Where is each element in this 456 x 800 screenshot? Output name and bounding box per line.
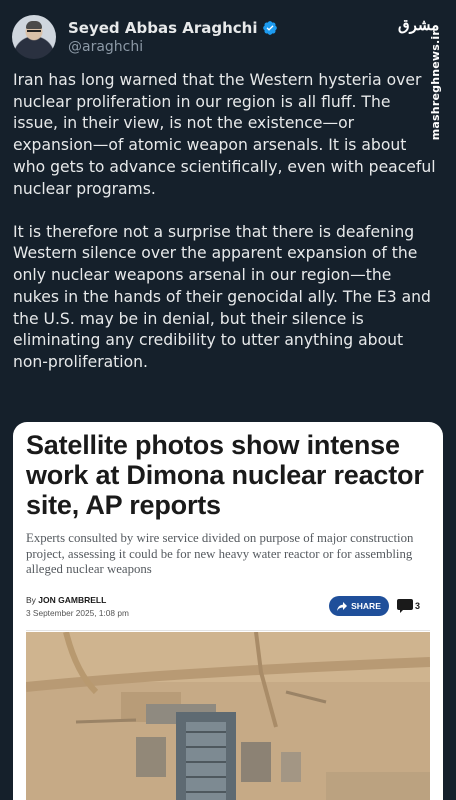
comments-button[interactable]: 3 xyxy=(397,596,423,616)
share-label: SHARE xyxy=(351,601,381,611)
tweet-text: Iran has long warned that the Western hy… xyxy=(13,70,438,395)
divider xyxy=(26,630,430,631)
article-date: 3 September 2025, 1:08 pm xyxy=(26,608,129,618)
tweet-paragraph: It is therefore not a surprise that ther… xyxy=(13,222,431,371)
byline: By JON GAMBRELL xyxy=(26,595,106,605)
comment-count: 3 xyxy=(415,601,421,611)
author-block: Seyed Abbas Araghchi @araghchi xyxy=(68,19,278,55)
author-handle[interactable]: @araghchi xyxy=(68,39,278,55)
display-name[interactable]: Seyed Abbas Araghchi xyxy=(68,19,258,37)
byline-author[interactable]: JON GAMBRELL xyxy=(38,595,106,605)
comment-icon xyxy=(397,599,413,613)
tweet-paragraph: Iran has long warned that the Western hy… xyxy=(13,71,436,198)
share-button[interactable]: SHARE xyxy=(329,596,389,616)
name-row: Seyed Abbas Araghchi xyxy=(68,19,278,37)
byline-prefix: By xyxy=(26,595,39,605)
verified-badge-icon xyxy=(262,21,277,35)
tweet-header: Seyed Abbas Araghchi @araghchi xyxy=(12,12,416,62)
share-arrow-icon xyxy=(337,601,348,611)
satellite-image[interactable] xyxy=(26,632,430,800)
avatar[interactable] xyxy=(12,15,56,59)
article-headline[interactable]: Satellite photos show intense work at Di… xyxy=(26,430,431,520)
article-card[interactable]: Satellite photos show intense work at Di… xyxy=(13,422,443,800)
article-subhead: Experts consulted by wire service divide… xyxy=(26,531,414,576)
